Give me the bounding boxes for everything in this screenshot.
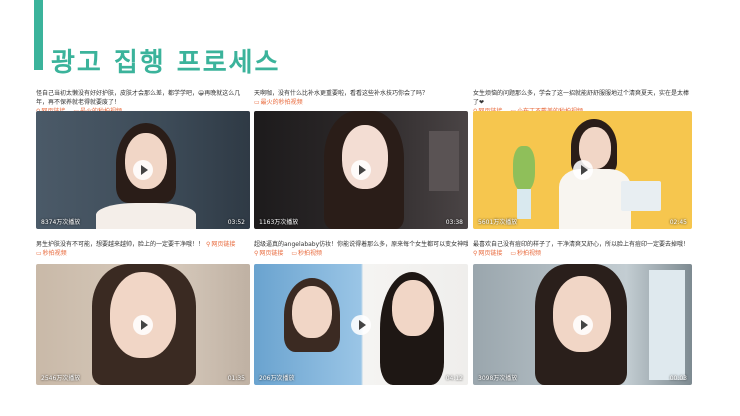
video-card-5: 超级逼真的angelababy仿妆！你能说得着那么多，原来每个女生都可以变女神哦… xyxy=(254,240,468,385)
video-duration: 01:35 xyxy=(227,375,245,382)
flowers xyxy=(513,146,535,191)
view-count: 3098万次播放 xyxy=(478,375,518,382)
source-tag-label: 最火的秒拍视频 xyxy=(260,99,303,106)
shirt xyxy=(96,203,196,229)
video-links: ▭秒拍视频 xyxy=(36,249,250,258)
play-icon[interactable] xyxy=(133,314,153,335)
video-caption-text: 男生护肤没有不可能，想要越来越帅，脸上的一定要干净哦！！ xyxy=(36,241,205,248)
link-icon: ⚲ xyxy=(473,250,478,257)
person-face-right xyxy=(392,280,434,336)
video-thumbnail[interactable]: 3098万次播放 00:03 xyxy=(473,264,692,385)
window xyxy=(649,270,685,380)
source-tag-label: 秒拍视频 xyxy=(517,250,542,257)
person-face xyxy=(342,125,388,189)
video-caption: 男生护肤没有不可能，想要越来越帅，脸上的一定要干净哦！！ ⚲网页链接 xyxy=(36,240,250,249)
video-thumbnail[interactable]: 8374万次播放 03:52 xyxy=(36,111,250,229)
link-icon: ⚲ xyxy=(205,241,211,248)
video-icon: ▭ xyxy=(36,250,42,257)
play-icon[interactable] xyxy=(572,314,593,335)
page-link-label: 网页链接 xyxy=(478,250,503,257)
source-tag-link[interactable]: ▭秒拍视频 xyxy=(291,250,322,257)
video-links: ▭最火的秒拍视频 xyxy=(254,98,468,107)
play-icon[interactable] xyxy=(351,314,371,335)
video-caption: 最喜欢自己没有痘印的样子了，干净清爽又舒心，所以脸上有痘印一定要去掉哦！ xyxy=(473,241,690,248)
video-duration: 04:12 xyxy=(445,375,463,382)
page-link[interactable]: ⚲网页链接 xyxy=(206,241,235,248)
view-count: 2546万次播放 xyxy=(41,375,81,382)
video-thumbnail[interactable]: 5601万次播放 02:45 xyxy=(473,111,692,229)
video-card-6: 最喜欢自己没有痘印的样子了，干净清爽又舒心，所以脸上有痘印一定要去掉哦！ ⚲网页… xyxy=(473,240,692,385)
video-card-4: 男生护肤没有不可能，想要越来越帅，脸上的一定要干净哦！！ ⚲网页链接 ▭秒拍视频… xyxy=(36,240,250,385)
wall-panel xyxy=(429,131,459,191)
page-link[interactable]: ⚲网页链接 xyxy=(254,250,283,257)
page-link-label: 网页链接 xyxy=(211,241,236,248)
video-caption: 超级逼真的angelababy仿妆！你能说得着那么多，原来每个女生都可以变女神哦… xyxy=(254,241,468,248)
view-count: 5601万次播放 xyxy=(478,219,518,226)
source-tag-label: 秒拍视频 xyxy=(298,250,323,257)
source-tag-link[interactable]: ▭最火的秒拍视频 xyxy=(254,99,303,106)
accent-bar xyxy=(34,0,43,70)
view-count: 206万次播放 xyxy=(259,375,295,382)
view-count: 8374万次播放 xyxy=(41,219,81,226)
play-icon[interactable] xyxy=(133,160,153,180)
video-thumbnail[interactable]: 1163万次播放 03:38 xyxy=(254,111,468,229)
video-caption: 天啊咖，没有什么比补水更重要啦，看看这些补水技巧你会了吗？ xyxy=(254,90,429,97)
video-card-2: 天啊咖，没有什么比补水更重要啦，看看这些补水技巧你会了吗？ ▭最火的秒拍视频 1… xyxy=(254,89,468,229)
video-icon: ▭ xyxy=(254,99,260,106)
page-title: 광고 집행 프로세스 xyxy=(51,48,281,78)
source-tag-link[interactable]: ▭秒拍视频 xyxy=(510,250,541,257)
view-count: 1163万次播放 xyxy=(259,219,299,226)
video-duration: 02:45 xyxy=(669,219,687,226)
video-card-3: 女生烦恼的问题那么多，学会了这一招就能舒舒服服地过个清爽夏天，实在是太棒了❤ ⚲… xyxy=(473,89,692,229)
video-icon: ▭ xyxy=(510,250,517,257)
video-duration: 03:38 xyxy=(445,219,463,226)
video-card-1: 怪自己当初太懒没有好好护肤，皮肤才会那么差，都学学吧，😀再晚就这么几年，再不保养… xyxy=(36,89,250,229)
source-tag-label: 秒拍视频 xyxy=(42,250,67,257)
source-tag-link[interactable]: ▭秒拍视频 xyxy=(36,250,67,257)
video-duration: 03:52 xyxy=(227,219,245,226)
page-link[interactable]: ⚲网页链接 xyxy=(473,250,502,257)
video-thumbnail[interactable]: 2546万次播放 01:35 xyxy=(36,264,250,385)
video-icon: ▭ xyxy=(291,250,298,257)
link-icon: ⚲ xyxy=(254,250,259,257)
video-links: ⚲网页链接 ▭秒拍视频 xyxy=(254,249,468,258)
video-duration: 00:03 xyxy=(669,375,687,382)
page-link-label: 网页链接 xyxy=(259,250,284,257)
video-links: ⚲网页链接 ▭秒拍视频 xyxy=(473,249,692,258)
play-icon[interactable] xyxy=(351,160,371,180)
vase xyxy=(517,189,531,219)
person-face-left xyxy=(292,286,332,338)
video-thumbnail[interactable]: 206万次播放 04:12 xyxy=(254,264,468,385)
video-caption: 女生烦恼的问题那么多，学会了这一招就能舒舒服服地过个清爽夏天，实在是太棒了❤ xyxy=(473,90,690,106)
play-icon[interactable] xyxy=(572,160,593,180)
laptop xyxy=(621,181,661,211)
video-caption: 怪自己当初太懒没有好好护肤，皮肤才会那么差，都学学吧，😀再晚就这么几年，再不保养… xyxy=(36,90,241,106)
